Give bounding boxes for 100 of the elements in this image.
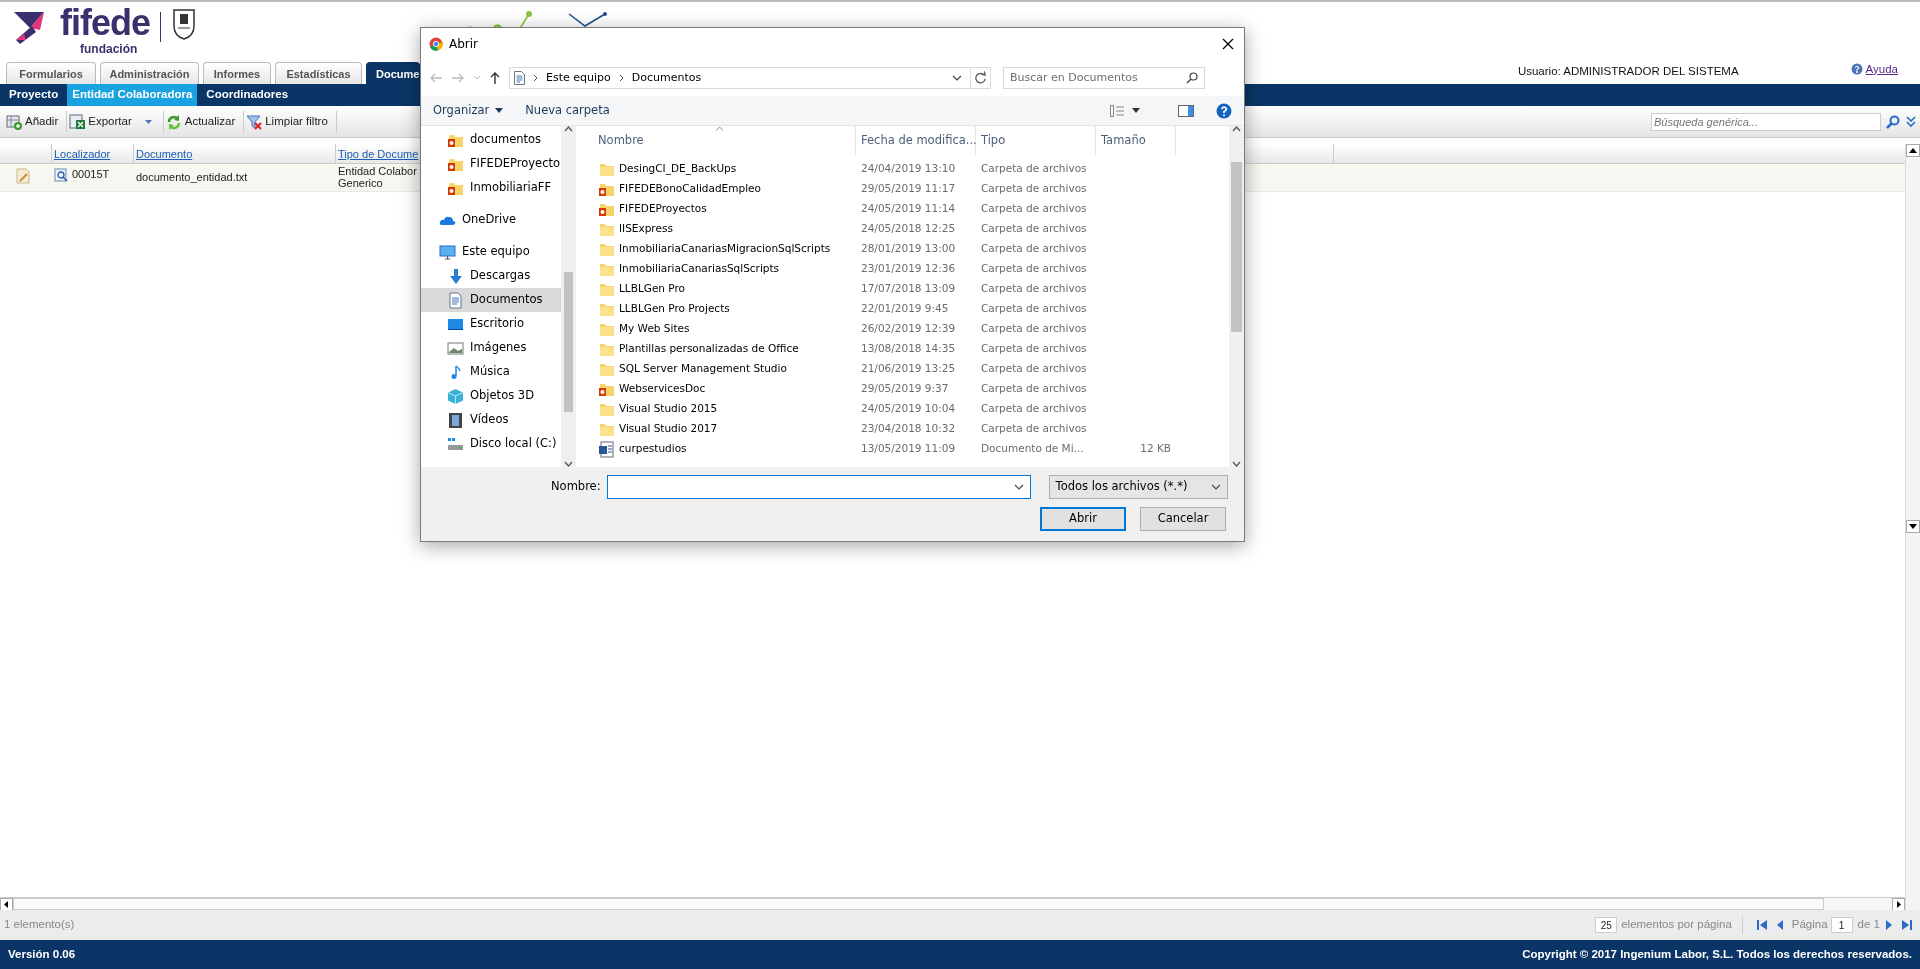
nav-item[interactable]: Objetos 3D <box>421 384 561 408</box>
file-date: 13/05/2019 11:09 <box>860 441 957 457</box>
file-name[interactable]: InmobiliariaCanariasMigracionSqlScripts <box>619 241 831 257</box>
toolbar-button[interactable]: Añadir <box>4 110 68 133</box>
scrollbar-thumb[interactable] <box>564 271 573 412</box>
file-name[interactable]: FIFEDEBonoCalidadEmpleo <box>619 181 761 197</box>
nav-item[interactable]: Documentos <box>421 288 561 312</box>
file-name-field[interactable] <box>606 475 1031 499</box>
scroll-down-icon[interactable] <box>564 461 573 467</box>
scroll-right-icon[interactable] <box>1892 898 1905 911</box>
nav-item[interactable]: Escritorio <box>421 312 561 336</box>
help-link[interactable]: Ayuda <box>1865 60 1898 78</box>
breadcrumb-item[interactable]: Documentos <box>631 69 702 87</box>
search-icon[interactable] <box>1886 114 1900 129</box>
nav-tab[interactable]: Formularios <box>6 62 96 84</box>
toolbar-button[interactable]: Actualizar <box>163 110 245 133</box>
toolbar-button[interactable]: Limpiar filtro <box>244 110 337 133</box>
file-name[interactable]: IISExpress <box>619 221 673 237</box>
page-label: Página <box>1791 917 1828 933</box>
file-name[interactable]: curpestudios <box>619 441 687 457</box>
last-page-icon[interactable] <box>1900 918 1914 932</box>
scroll-down-icon[interactable] <box>1232 461 1241 467</box>
column-header[interactable]: Tamaño <box>1096 126 1176 156</box>
dialog-button[interactable]: Cancelar <box>1140 507 1226 531</box>
close-icon[interactable] <box>1222 38 1234 50</box>
table-cell-text: 00015T <box>72 168 110 182</box>
dialog-button[interactable]: Abrir <box>1040 507 1126 531</box>
dropdown-icon[interactable] <box>952 75 962 81</box>
file-type: Carpeta de archivos <box>980 281 1088 297</box>
file-name[interactable]: Visual Studio 2017 <box>619 421 718 437</box>
view-options-icon[interactable] <box>1110 104 1124 117</box>
preview-pane-icon[interactable] <box>1178 104 1194 117</box>
up-icon[interactable] <box>489 71 501 85</box>
address-bar[interactable]: Este equipo Documentos <box>509 67 991 89</box>
cube-icon <box>447 387 464 405</box>
scroll-up-icon[interactable] <box>564 126 573 132</box>
toolbar-button[interactable]: Exportar <box>67 110 164 133</box>
column-header[interactable]: Documento <box>136 148 193 160</box>
page-field[interactable]: 1 <box>1830 917 1853 933</box>
file-name[interactable]: Visual Studio 2015 <box>619 401 718 417</box>
nav-item[interactable]: Música <box>421 360 561 384</box>
expand-icon[interactable] <box>1906 115 1916 128</box>
view-icon[interactable] <box>54 168 68 182</box>
subnav-item[interactable]: Proyecto <box>4 84 64 106</box>
breadcrumb-item[interactable]: Este equipo <box>546 69 611 87</box>
nav-tab[interactable]: Informes <box>203 62 271 84</box>
file-name[interactable]: WebservicesDoc <box>619 381 706 397</box>
scroll-down-icon[interactable] <box>1906 519 1920 533</box>
column-header[interactable]: Localizador <box>54 148 111 160</box>
search-field[interactable]: Búsqueda genérica... <box>1651 112 1881 131</box>
scroll-up-icon[interactable] <box>1906 144 1920 157</box>
filter-dropdown[interactable]: Todos los archivos (*.*) <box>1048 475 1228 499</box>
file-date: 22/01/2019 9:45 <box>860 301 950 317</box>
column-header[interactable]: Nombre <box>582 126 856 156</box>
file-name[interactable]: FIFEDEProyectos <box>619 201 707 217</box>
dropdown-icon[interactable] <box>1013 484 1024 490</box>
command-button[interactable]: Organizar <box>433 101 504 120</box>
nav-item[interactable]: documentos <box>421 128 561 152</box>
column-header[interactable]: Fecha de modifica... <box>856 126 976 156</box>
page-size-field[interactable]: 25 <box>1595 917 1618 933</box>
nav-tab[interactable]: Estadísticas <box>275 62 362 84</box>
nav-item[interactable]: Vídeos <box>421 408 561 432</box>
file-name[interactable]: Plantillas personalizadas de Office <box>619 341 799 357</box>
file-name[interactable]: SQL Server Management Studio <box>619 361 787 377</box>
nav-item[interactable]: FIFEDEProyecto <box>421 152 561 176</box>
user-label: Usuario: ADMINISTRADOR DEL SISTEMA <box>1517 63 1739 79</box>
help-icon[interactable] <box>1216 102 1232 119</box>
scrollbar-thumb[interactable] <box>1231 161 1242 332</box>
scroll-left-icon[interactable] <box>0 898 13 911</box>
file-name[interactable]: My Web Sites <box>619 321 690 337</box>
subnav-item[interactable]: Coordinadores <box>201 84 294 106</box>
file-name[interactable]: LLBLGen Pro Projects <box>619 301 730 317</box>
file-type: Carpeta de archivos <box>980 421 1088 437</box>
file-type: Carpeta de archivos <box>980 261 1088 277</box>
scroll-up-icon[interactable] <box>1232 126 1241 132</box>
nav-item[interactable]: InmobiliariaFF <box>421 176 561 200</box>
search-field[interactable]: Buscar en Documentos <box>1003 67 1205 89</box>
table-cell-text: documento_entidad.txt <box>135 170 249 185</box>
file-name[interactable]: InmobiliariaCanariasSqlScripts <box>619 261 780 277</box>
nav-tab[interactable]: Docume <box>366 62 421 84</box>
nav-item[interactable]: Descargas <box>421 264 561 288</box>
nav-item[interactable]: Este equipo <box>421 240 561 264</box>
document-icon <box>598 440 615 458</box>
command-button[interactable]: Nueva carpeta <box>525 101 610 120</box>
monitor-icon <box>439 243 456 261</box>
scrollbar-thumb[interactable] <box>13 898 1824 910</box>
first-page-icon[interactable] <box>1754 918 1769 932</box>
file-date: 24/05/2019 11:14 <box>860 201 957 217</box>
file-date: 24/05/2018 12:25 <box>860 221 957 237</box>
caret-icon[interactable] <box>1132 108 1140 113</box>
file-date: 29/05/2019 9:37 <box>860 381 950 397</box>
column-header[interactable]: Tipo de Docume <box>338 148 419 160</box>
item-count: 1 elemento(s) <box>4 917 75 933</box>
file-name[interactable]: LLBLGen Pro <box>619 281 685 297</box>
nav-item[interactable]: Disco local (C:) <box>421 432 561 456</box>
nav-item[interactable]: Imágenes <box>421 336 561 360</box>
file-name[interactable]: DesingCI_DE_BackUps <box>619 161 737 177</box>
nav-item[interactable]: OneDrive <box>421 208 561 232</box>
nav-tab[interactable]: Administración <box>100 62 199 84</box>
column-header[interactable]: Tipo <box>976 126 1096 156</box>
